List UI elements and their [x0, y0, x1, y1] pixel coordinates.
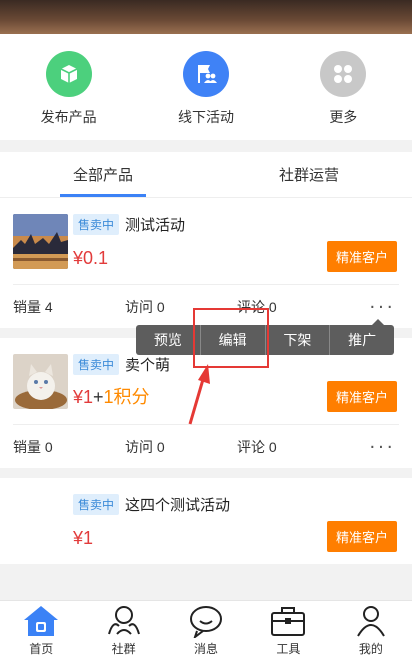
visit-count: 访问 0 [125, 438, 165, 455]
visit-count: 访问 0 [125, 298, 165, 315]
bottom-tab-bar: 首页 社群 消息 工具 我的 [0, 600, 412, 661]
product-thumbnail[interactable] [13, 353, 68, 409]
message-icon [190, 606, 223, 638]
tabbar-label: 首页 [29, 642, 54, 656]
quick-action-label: 更多 [329, 109, 358, 125]
app-screen: 发布产品 线下活动 更多 全部产品 社群运营 售卖中 测试活动 ¥0.1 精准客… [0, 0, 412, 661]
comment-count: 评论 0 [237, 438, 277, 455]
tabbar-label: 消息 [194, 642, 219, 656]
preview-menu-item[interactable]: 预览 [136, 325, 200, 355]
tabbar-label: 工具 [276, 642, 301, 656]
community-icon [107, 606, 140, 635]
tab-community-ops[interactable]: 社群运营 [206, 152, 412, 197]
product-action-menu: 预览 编辑 下架 推广 [136, 319, 394, 355]
status-badge: 售卖中 [73, 213, 120, 235]
quick-action-offline-event[interactable]: 线下活动 [151, 51, 261, 127]
unlist-menu-item[interactable]: 下架 [264, 325, 330, 355]
tab-all-products[interactable]: 全部产品 [0, 152, 206, 197]
quick-actions: 发布产品 线下活动 更多 [0, 34, 412, 140]
status-badge: 售卖中 [73, 353, 120, 375]
product-title[interactable]: 测试活动 [125, 214, 185, 235]
price-amount: ¥1 [73, 386, 94, 407]
product-card: 售卖中 卖个萌 ¥1+1积分 精准客户 销量 0 访问 0 评论 0 ··· [0, 338, 412, 468]
tabbar-item-community[interactable]: 社群 [82, 601, 164, 661]
home-icon [24, 606, 59, 636]
precise-customer-button[interactable]: 精准客户 [326, 241, 397, 272]
product-title[interactable]: 卖个萌 [125, 354, 170, 375]
tabbar-label: 我的 [358, 642, 383, 656]
tabbar-item-messages[interactable]: 消息 [165, 601, 247, 661]
price-plus: + [93, 386, 104, 407]
tabbar-item-home[interactable]: 首页 [0, 601, 82, 661]
quick-action-label: 线下活动 [177, 109, 234, 125]
toolbox-icon [271, 607, 306, 636]
quick-action-label: 发布产品 [40, 109, 97, 125]
top-banner-image[interactable] [0, 0, 412, 34]
product-thumbnail[interactable] [13, 213, 68, 269]
price-points: 1积分 [103, 386, 150, 407]
product-title[interactable]: 这四个测试活动 [125, 494, 230, 515]
sales-count: 销量 0 [13, 438, 53, 455]
profile-icon [356, 606, 385, 637]
precise-customer-button[interactable]: 精准客户 [326, 381, 397, 412]
product-tabs: 全部产品 社群运营 [0, 152, 412, 198]
box-icon [45, 51, 92, 97]
tabbar-item-profile[interactable]: 我的 [330, 601, 412, 661]
precise-customer-button[interactable]: 精准客户 [326, 521, 397, 552]
promote-menu-item[interactable]: 推广 [329, 325, 394, 355]
more-options-icon[interactable]: ··· [369, 295, 395, 318]
product-card: 售卖中 测试活动 ¥0.1 精准客户 销量 4 访问 0 评论 0 ··· [0, 198, 412, 328]
quick-action-more[interactable]: 更多 [288, 51, 398, 127]
tabbar-label: 社群 [111, 642, 136, 656]
people-flag-icon [182, 51, 229, 97]
more-options-icon[interactable]: ··· [369, 435, 395, 458]
status-badge: 售卖中 [73, 493, 120, 515]
product-thumbnail[interactable] [13, 493, 68, 549]
edit-menu-item[interactable]: 编辑 [199, 325, 265, 355]
clover-icon [320, 51, 367, 97]
tabbar-item-tools[interactable]: 工具 [247, 601, 329, 661]
comment-count: 评论 0 [237, 298, 277, 315]
quick-action-publish-product[interactable]: 发布产品 [14, 51, 124, 127]
sales-count: 销量 4 [13, 298, 53, 315]
product-card: 售卖中 这四个测试活动 ¥1 精准客户 [0, 478, 412, 564]
